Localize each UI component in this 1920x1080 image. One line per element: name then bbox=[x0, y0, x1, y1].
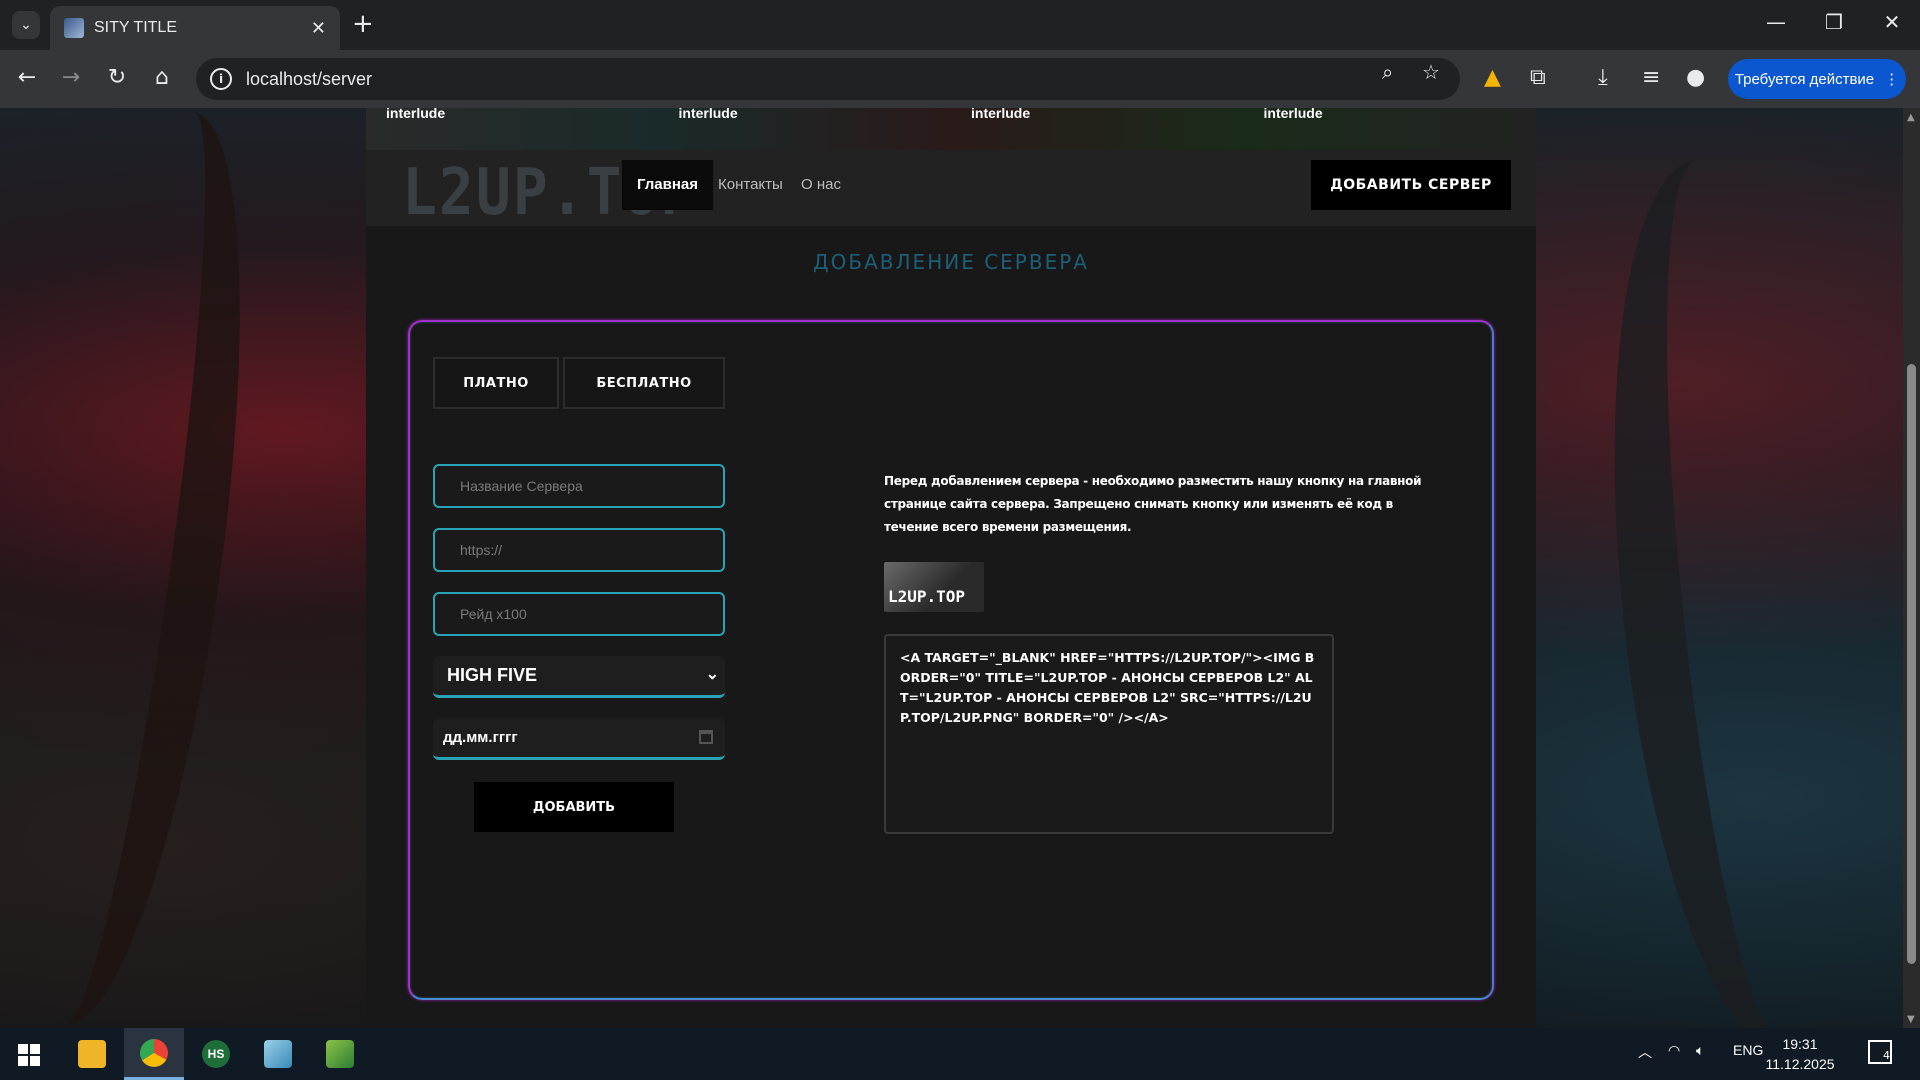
chrome-icon bbox=[140, 1038, 168, 1067]
paid-button[interactable]: ПЛАТНО bbox=[433, 357, 559, 409]
editor-icon bbox=[326, 1040, 354, 1068]
notification-count: 4 bbox=[1883, 1049, 1890, 1062]
clock-time: 19:31 bbox=[1782, 1036, 1818, 1052]
chevron-down-icon: ⌄ bbox=[20, 17, 32, 33]
chevron-up-icon[interactable]: ︿ bbox=[1638, 1042, 1652, 1062]
banner-strip: interlude interlude interlude interlude bbox=[366, 108, 1536, 150]
rate-input[interactable]: Рейд x100 bbox=[433, 592, 725, 636]
url-text: localhost/server bbox=[246, 68, 373, 89]
taskbar-chrome[interactable] bbox=[124, 1028, 184, 1080]
minimize-button[interactable]: — bbox=[1756, 10, 1796, 34]
banner-label[interactable]: interlude bbox=[366, 108, 659, 122]
taskbar-notes[interactable] bbox=[248, 1028, 308, 1080]
notification-center-button[interactable]: 4 bbox=[1868, 1040, 1892, 1064]
close-window-button[interactable]: ✕ bbox=[1872, 10, 1912, 34]
taskbar: HS ︿ ◠ 🔈︎ ENG 19:31 11.12.2025 4 bbox=[0, 1028, 1920, 1080]
server-name-input[interactable]: Название Сервера bbox=[433, 464, 725, 508]
nav-home[interactable]: Главная bbox=[622, 160, 714, 210]
banner-preview: L2UP.TOP bbox=[884, 562, 984, 612]
wifi-icon[interactable]: ◠ bbox=[1668, 1042, 1680, 1059]
close-icon[interactable]: ✕ bbox=[311, 18, 326, 39]
new-tab-button[interactable]: + bbox=[352, 9, 374, 39]
taskbar-editor[interactable] bbox=[310, 1028, 370, 1080]
page-viewport: interlude interlude interlude interlude … bbox=[0, 108, 1903, 1028]
submit-button[interactable]: ДОБАВИТЬ bbox=[474, 782, 674, 832]
windows-icon-part bbox=[30, 1044, 40, 1054]
background-tree-left bbox=[0, 108, 284, 1028]
add-server-button[interactable]: ДОБАВИТЬ СЕРВЕР bbox=[1311, 160, 1511, 210]
home-button[interactable]: ⌂ bbox=[147, 65, 177, 90]
background-tree-right bbox=[1576, 147, 1903, 1028]
volume-icon[interactable]: 🔈︎ bbox=[1696, 1042, 1704, 1059]
reload-button[interactable]: ↻ bbox=[102, 65, 132, 90]
tab-search-button[interactable]: ⌄ bbox=[12, 11, 40, 39]
site-header: L2UP.TOP Главная Контакты О нас ДОБАВИТЬ… bbox=[366, 150, 1536, 229]
browser-toolbar: ← → ↻ ⌂ i localhost/server ⌕ ☆ ▲ ⧉ ⤓ ≡ ●… bbox=[0, 50, 1920, 108]
restore-button[interactable]: ❐ bbox=[1814, 10, 1854, 34]
action-required-label: Требуется действие bbox=[1734, 70, 1875, 88]
chronicle-select[interactable]: HIGH FIVE ⌄ bbox=[433, 656, 725, 698]
arrow-right-icon: → bbox=[61, 65, 81, 90]
browser-tab[interactable]: SITY TITLE ✕ bbox=[50, 6, 340, 50]
clock[interactable]: 19:31 11.12.2025 bbox=[1760, 1034, 1840, 1074]
calendar-icon[interactable] bbox=[699, 730, 713, 744]
plus-icon: + bbox=[352, 9, 374, 39]
chronicle-select-value: HIGH FIVE bbox=[447, 665, 538, 685]
banner-label[interactable]: interlude bbox=[1244, 108, 1537, 122]
server-url-input[interactable]: https:// bbox=[433, 528, 725, 572]
reload-icon: ↻ bbox=[107, 65, 127, 90]
banner-label[interactable]: interlude bbox=[659, 108, 952, 122]
embed-code-textarea[interactable]: <A TARGET="_BLANK" HREF="HTTPS://L2UP.TO… bbox=[884, 634, 1334, 834]
action-required-button[interactable]: Требуется действие ⋮ bbox=[1728, 59, 1906, 99]
clock-date: 11.12.2025 bbox=[1765, 1056, 1835, 1072]
tab-strip: ⌄ SITY TITLE ✕ + — ❐ ✕ bbox=[0, 0, 1920, 50]
more-vertical-icon: ⋮ bbox=[1884, 71, 1900, 88]
chevron-down-icon: ⌄ bbox=[705, 666, 719, 683]
hs-icon: HS bbox=[202, 1040, 230, 1068]
notes-icon bbox=[264, 1040, 292, 1068]
page-title: ДОБАВЛЕНИЕ СЕРВЕРА bbox=[813, 250, 1089, 274]
back-button[interactable]: ← bbox=[12, 65, 42, 90]
page-scrollbar[interactable]: ▲ ▼ bbox=[1903, 108, 1920, 1028]
banner-preview-text: L2UP.TOP bbox=[888, 587, 966, 606]
date-input[interactable]: дд.мм.гггг bbox=[433, 718, 725, 760]
info-icon[interactable]: i bbox=[210, 68, 232, 90]
windows-icon bbox=[18, 1044, 28, 1054]
avatar-icon[interactable]: ● bbox=[1686, 65, 1705, 90]
free-button[interactable]: БЕСПЛАТНО bbox=[563, 357, 725, 409]
date-input-value: дд.мм.гггг bbox=[443, 729, 518, 746]
start-button[interactable] bbox=[18, 1044, 40, 1066]
restore-icon: ❐ bbox=[1825, 10, 1843, 34]
page-container: interlude interlude interlude interlude … bbox=[366, 108, 1536, 1028]
taskbar-hs[interactable]: HS bbox=[186, 1028, 246, 1080]
windows-icon-part bbox=[30, 1056, 40, 1066]
placement-notice: Перед добавлением сервера - необходимо р… bbox=[884, 474, 1422, 534]
nav-contacts[interactable]: Контакты bbox=[703, 160, 798, 210]
windows-icon-part bbox=[18, 1056, 28, 1066]
folder-icon bbox=[78, 1040, 106, 1068]
arrow-left-icon: ← bbox=[17, 65, 37, 90]
puzzle-icon[interactable]: ⧉ bbox=[1530, 65, 1546, 90]
minimize-icon: — bbox=[1766, 10, 1786, 34]
download-icon[interactable]: ⤓ bbox=[1598, 65, 1608, 90]
star-icon[interactable]: ☆ bbox=[1422, 60, 1440, 84]
tab-title: SITY TITLE bbox=[94, 19, 177, 36]
close-icon: ✕ bbox=[1883, 10, 1901, 34]
language-indicator[interactable]: ENG bbox=[1733, 1042, 1763, 1058]
home-icon: ⌂ bbox=[155, 65, 169, 90]
taskbar-file-explorer[interactable] bbox=[62, 1028, 122, 1080]
media-icon[interactable]: ≡ bbox=[1642, 65, 1660, 90]
nav-about[interactable]: О нас bbox=[786, 160, 856, 210]
add-server-card: ПЛАТНО БЕСПЛАТНО Название Сервера https:… bbox=[408, 320, 1494, 1000]
scrollbar-thumb[interactable] bbox=[1907, 364, 1916, 964]
banner-label[interactable]: interlude bbox=[951, 108, 1244, 122]
scroll-down-icon[interactable]: ▼ bbox=[1907, 1014, 1915, 1025]
favicon-icon bbox=[64, 18, 84, 38]
zoom-icon[interactable]: ⌕ bbox=[1382, 60, 1393, 84]
scroll-up-icon[interactable]: ▲ bbox=[1907, 112, 1915, 123]
address-bar[interactable]: i localhost/server bbox=[196, 58, 1460, 100]
forward-button[interactable]: → bbox=[56, 65, 86, 90]
drive-icon[interactable]: ▲ bbox=[1484, 65, 1501, 90]
